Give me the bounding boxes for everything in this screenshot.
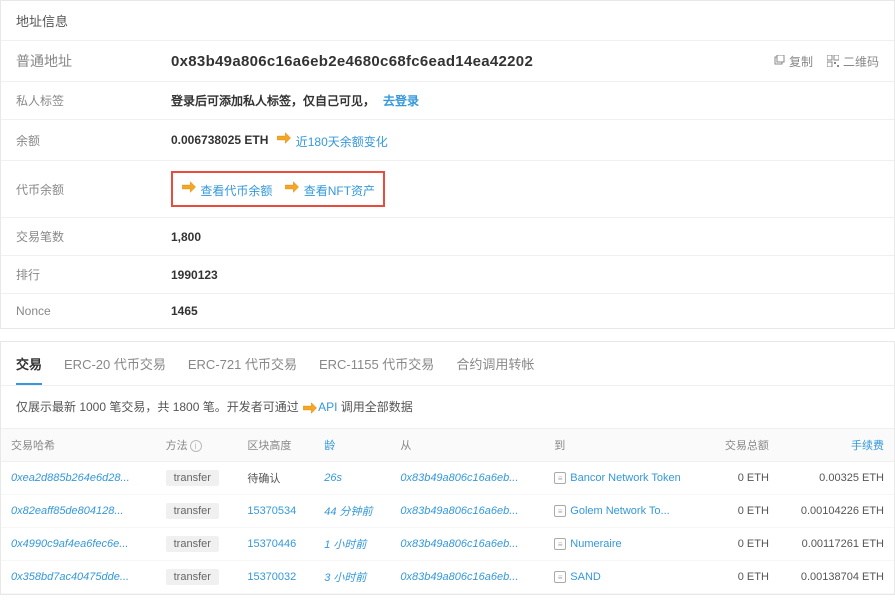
token-balance-highlight: 查看代币余额 查看NFT资产 [171,171,385,207]
txcount-value: 1,800 [171,230,201,244]
method-tag: transfer [166,470,219,486]
view-nft-link[interactable]: 查看NFT资产 [284,179,375,199]
pointer-icon [284,179,300,195]
age-text: 26s [324,472,342,484]
balance-row: 余额 0.006738025 ETH 近180天余额变化 [1,120,894,161]
address-info-card: 地址信息 普通地址 0x83b49a806c16a6eb2e4680c68fc6… [0,0,895,329]
private-tag-label: 私人标签 [16,92,171,109]
address-actions: 复制 二维码 [773,53,879,70]
amount-text: 0 ETH [738,538,769,550]
copy-icon [773,55,785,67]
nonce-row: Nonce 1465 [1,294,894,328]
tab-internal[interactable]: 合约调用转帐 [456,354,534,385]
rank-label: 排行 [16,266,171,283]
table-row: 0xea2d885b264e6d28... transfer 待确认 26s 0… [1,461,894,494]
col-hash: 交易哈希 [1,429,156,462]
transactions-card: 交易 ERC-20 代币交易 ERC-721 代币交易 ERC-1155 代币交… [0,341,895,595]
tx-hash-link[interactable]: 0x358bd7ac40475dde... [11,571,129,583]
balance-history-text: 近180天余额变化 [296,135,388,149]
age-text: 44 分钟前 [324,506,372,518]
amount-text: 0 ETH [738,571,769,583]
rank-row: 排行 1990123 [1,256,894,294]
tab-erc20[interactable]: ERC-20 代币交易 [64,354,166,385]
tx-note-suffix: 调用全部数据 [337,400,412,414]
card-header: 地址信息 [1,1,894,41]
col-amount: 交易总额 [708,429,779,462]
tx-note-prefix: 仅展示最新 1000 笔交易，共 1800 笔。开发者可通过 [16,400,302,414]
balance-value-group: 0.006738025 ETH 近180天余额变化 [171,130,388,150]
to-link[interactable]: Numeraire [570,538,621,550]
from-link[interactable]: 0x83b49a806c16a6eb... [400,472,518,484]
copy-button[interactable]: 复制 [773,53,813,70]
view-nft-text: 查看NFT资产 [304,184,375,198]
pointer-icon [181,179,197,195]
block-link[interactable]: 15370032 [247,571,296,583]
table-header-row: 交易哈希 方法i 区块高度 龄 从 到 交易总额 手续费 [1,429,894,462]
block-link[interactable]: 15370446 [247,538,296,550]
to-link[interactable]: Golem Network To... [570,505,669,517]
private-tag-value: 登录后可添加私人标签，仅自己可见， 去登录 [171,92,419,109]
table-row: 0x358bd7ac40475dde... transfer 15370032 … [1,560,894,593]
contract-icon: ≡ [554,538,566,550]
copy-label: 复制 [789,53,813,70]
nonce-label: Nonce [16,304,171,318]
method-tag: transfer [166,536,219,552]
method-tag: transfer [166,503,219,519]
tabs: 交易 ERC-20 代币交易 ERC-721 代币交易 ERC-1155 代币交… [1,342,894,386]
view-token-text: 查看代币余额 [200,184,272,198]
rank-value: 1990123 [171,268,218,282]
contract-icon: ≡ [554,472,566,484]
tx-hash-link[interactable]: 0x4990c9af4ea6fec6e... [11,538,128,550]
fee-text: 0.00117261 ETH [802,538,884,550]
info-icon[interactable]: i [190,440,202,452]
fee-text: 0.00138704 ETH [801,571,884,583]
col-to: 到 [544,429,707,462]
amount-text: 0 ETH [738,472,769,484]
col-fee[interactable]: 手续费 [779,429,894,462]
fee-text: 0.00325 ETH [819,472,884,484]
token-balance-label: 代币余额 [16,181,171,198]
token-balance-row: 代币余额 查看代币余额 查看NFT资产 [1,161,894,218]
tab-transactions[interactable]: 交易 [16,354,42,385]
private-tag-row: 私人标签 登录后可添加私人标签，仅自己可见， 去登录 [1,82,894,120]
login-link[interactable]: 去登录 [383,92,419,109]
pointer-icon [276,130,292,146]
contract-icon: ≡ [554,571,566,583]
from-link[interactable]: 0x83b49a806c16a6eb... [400,538,518,550]
method-tag: transfer [166,569,219,585]
to-link[interactable]: Bancor Network Token [570,472,680,484]
qr-label: 二维码 [843,53,879,70]
age-text: 3 小时前 [324,572,366,584]
col-from: 从 [390,429,544,462]
address-row: 普通地址 0x83b49a806c16a6eb2e4680c68fc6ead14… [1,41,894,82]
table-row: 0x4990c9af4ea6fec6e... transfer 15370446… [1,527,894,560]
age-text: 1 小时前 [324,539,366,551]
to-link[interactable]: SAND [570,571,601,583]
col-block: 区块高度 [237,429,314,462]
col-method: 方法i [156,429,238,462]
block-pending: 待确认 [247,473,280,485]
balance-value: 0.006738025 ETH [171,133,268,147]
address-type-label: 普通地址 [16,51,171,71]
tab-erc721[interactable]: ERC-721 代币交易 [188,354,297,385]
balance-history-link[interactable]: 近180天余额变化 [276,130,387,150]
nonce-value: 1465 [171,304,198,318]
from-link[interactable]: 0x83b49a806c16a6eb... [400,571,518,583]
private-tag-prefix: 登录后可添加私人标签，仅自己可见， [171,92,375,109]
address-value: 0x83b49a806c16a6eb2e4680c68fc6ead14ea422… [171,53,533,70]
api-link[interactable]: API [318,400,337,414]
table-row: 0x82eaff85de804128... transfer 15370534 … [1,494,894,527]
qr-icon [827,55,839,67]
view-token-link[interactable]: 查看代币余额 [181,179,272,199]
col-age[interactable]: 龄 [314,429,390,462]
txcount-row: 交易笔数 1,800 [1,218,894,256]
tx-table: 交易哈希 方法i 区块高度 龄 从 到 交易总额 手续费 0xea2d885b2… [1,429,894,594]
qr-button[interactable]: 二维码 [827,53,879,70]
txcount-label: 交易笔数 [16,228,171,245]
tx-hash-link[interactable]: 0xea2d885b264e6d28... [11,472,130,484]
pointer-icon [302,400,318,416]
tab-erc1155[interactable]: ERC-1155 代币交易 [319,354,434,385]
tx-note: 仅展示最新 1000 笔交易，共 1800 笔。开发者可通过 API 调用全部数… [1,386,894,429]
balance-label: 余额 [16,132,171,149]
